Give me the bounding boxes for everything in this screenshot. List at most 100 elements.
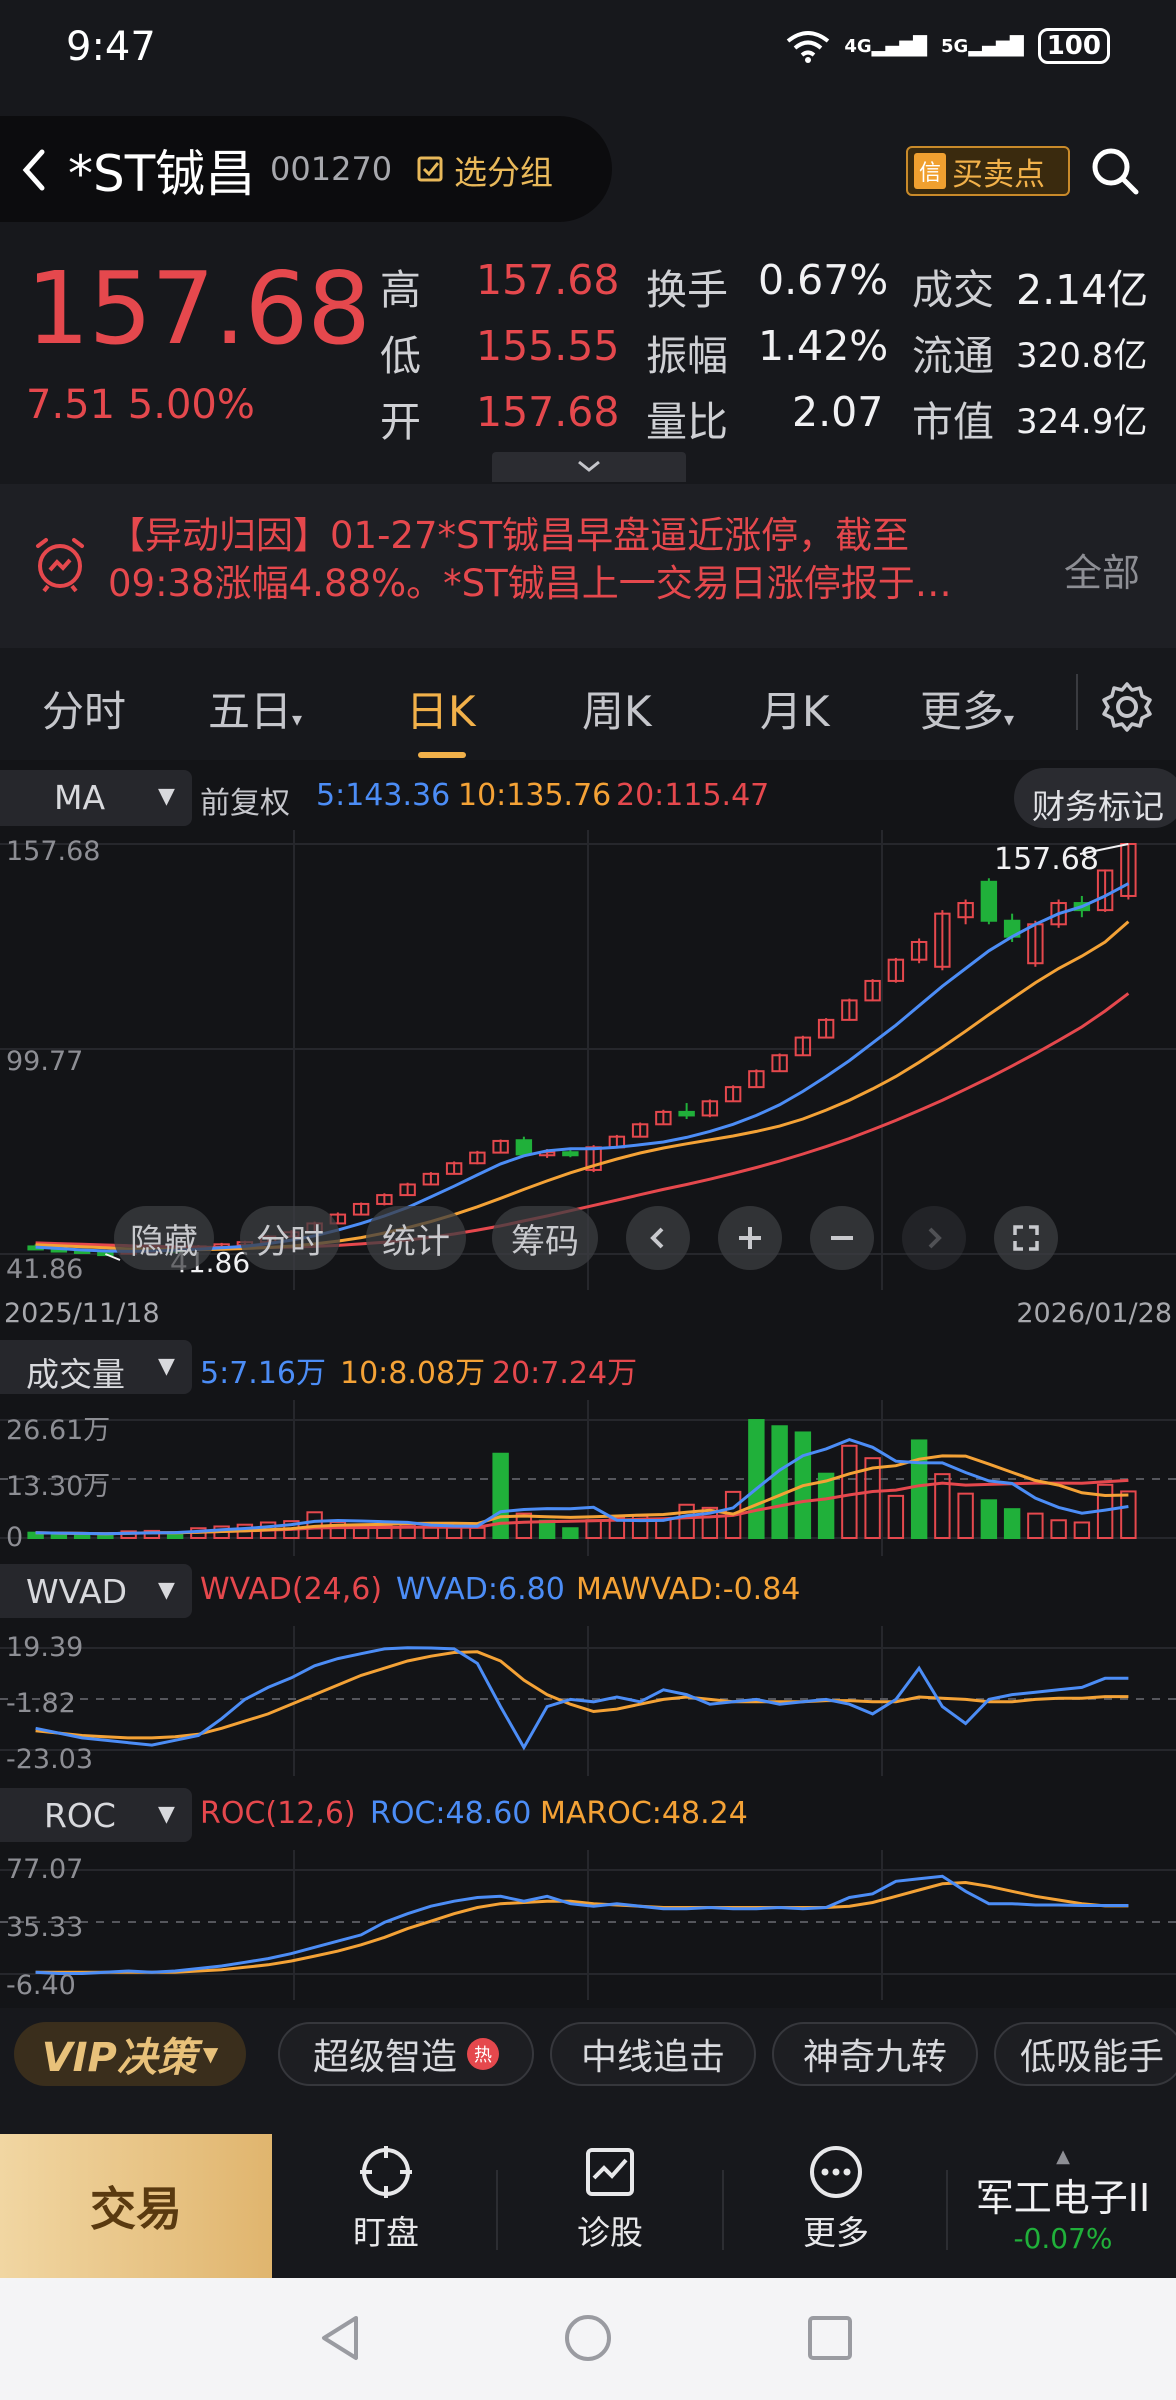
fullscreen-button[interactable]: [994, 1206, 1058, 1270]
volume-bar: [841, 1444, 858, 1539]
system-home-icon[interactable]: [562, 2312, 614, 2364]
tab-intraday[interactable]: 分时: [42, 678, 126, 739]
sector-ticker[interactable]: ▲ 军工电子II -0.07%: [950, 2146, 1176, 2255]
tab-five-day[interactable]: 五日▾: [208, 678, 302, 739]
chevron-right-icon: [928, 1227, 942, 1249]
date-start: 2025/11/18: [4, 1298, 160, 1329]
vol-y-low: 0: [6, 1522, 24, 1553]
buy-sell-signal-button[interactable]: 信 买卖点: [906, 146, 1070, 196]
more-dots-icon: [810, 2146, 862, 2198]
mawvad-value: MAWVAD:-0.84: [576, 1572, 801, 1607]
signal-4g-icon: 4G▂▄▆█: [844, 35, 928, 57]
zoom-in-button[interactable]: [718, 1206, 782, 1270]
wvad-indicator-label: WVAD: [26, 1572, 128, 1611]
xin-badge-icon: 信: [914, 153, 947, 189]
ma-indicator-selector[interactable]: MA ▼: [0, 770, 192, 826]
market-cap-value: 324.9亿: [1016, 402, 1148, 442]
vip-decision-button[interactable]: VIP决策 ▼: [14, 2022, 246, 2086]
caret-down-icon: ▾: [292, 707, 303, 731]
maroc-value: MAROC:48.24: [540, 1796, 748, 1831]
news-all-button[interactable]: 全部: [1064, 542, 1140, 597]
intraday-button[interactable]: 分时: [240, 1206, 340, 1270]
adjust-label[interactable]: 前复权: [200, 778, 290, 822]
float-cap-value: 320.8亿: [1016, 336, 1148, 376]
amount-value: 2.14亿: [1016, 266, 1149, 314]
chip-magic-nine[interactable]: 神奇九转: [772, 2022, 978, 2086]
candle-body: [562, 1151, 579, 1157]
tab-more[interactable]: 更多▾: [920, 678, 1014, 739]
chip-midline-chase[interactable]: 中线追击: [550, 2022, 756, 2086]
volume-ratio-label: 量比: [646, 398, 728, 446]
search-icon[interactable]: [1088, 144, 1142, 198]
expand-quote-button[interactable]: [492, 452, 686, 482]
y-axis-low: 41.86: [6, 1254, 84, 1285]
scroll-right-button[interactable]: [902, 1206, 966, 1270]
tab-monthly-k[interactable]: 月K: [760, 678, 830, 739]
hide-button[interactable]: 隐藏: [114, 1206, 214, 1270]
ma5-value: 5:143.36: [316, 778, 451, 813]
volume-chart[interactable]: [0, 1400, 1176, 1556]
hot-badge-icon: 热: [467, 2038, 499, 2070]
volume-ratio-value: 2.07: [792, 388, 884, 436]
candle-body: [678, 1110, 695, 1117]
nav-watch-label: 盯盘: [353, 2213, 419, 2252]
settings-gear-icon[interactable]: [1100, 680, 1154, 734]
volume-bar: [1027, 1512, 1044, 1539]
ma10-value: 10:135.76: [458, 778, 612, 813]
status-time: 9:47: [66, 24, 156, 70]
scroll-left-button[interactable]: [626, 1206, 690, 1270]
checkbox-edit-icon: [417, 156, 443, 182]
news-line-1: 【异动归因】01-27*ST铖昌早盘逼近涨停，截至: [108, 514, 910, 557]
fullscreen-icon: [1013, 1225, 1039, 1251]
roc-chart[interactable]: [0, 1850, 1176, 2000]
zoom-out-button[interactable]: [810, 1206, 874, 1270]
nav-diagnose[interactable]: 诊股: [530, 2144, 690, 2254]
float-cap-label: 流通: [912, 332, 994, 380]
volume-indicator-selector[interactable]: 成交量 ▼: [0, 1340, 192, 1394]
roc-indicator-selector[interactable]: ROC ▼: [0, 1788, 192, 1842]
active-tab-indicator: [418, 752, 466, 758]
select-group-button[interactable]: 选分组: [416, 146, 553, 194]
roc-y-high: 77.07: [6, 1854, 84, 1885]
wvad-y-mid: -1.82: [6, 1688, 76, 1719]
select-group-label: 选分组: [454, 153, 553, 192]
high-value: 157.68: [476, 256, 620, 304]
price-change: 7.51 5.00%: [26, 382, 255, 428]
wvad-indicator-selector[interactable]: WVAD ▼: [0, 1564, 192, 1618]
volume-bar: [1120, 1490, 1137, 1540]
wvad-chart[interactable]: [0, 1626, 1176, 1776]
wifi-icon: [787, 31, 830, 63]
signal-5g-icon: 5G▂▄▆█: [941, 35, 1024, 57]
stock-name: *ST铖昌: [68, 145, 256, 203]
nav-divider: [496, 2170, 498, 2250]
caret-down-icon: ▾: [1004, 707, 1015, 731]
statistics-button[interactable]: 统计: [366, 1206, 466, 1270]
stock-code: 001270: [270, 150, 393, 188]
chips-button[interactable]: 筹码: [492, 1206, 598, 1270]
back-arrow-icon[interactable]: [14, 140, 54, 200]
stock-diagnosis-icon: [586, 2148, 634, 2196]
nav-watch[interactable]: 盯盘: [306, 2144, 466, 2254]
plus-icon: [739, 1227, 761, 1249]
wvad-value: WVAD:6.80: [396, 1572, 565, 1607]
trade-button[interactable]: 交易: [0, 2134, 272, 2278]
vip-decision-label: VIP决策: [41, 2035, 197, 2081]
news-text[interactable]: 【异动归因】01-27*ST铖昌早盘逼近涨停，截至 09:38涨幅4.88%。*…: [108, 512, 1038, 608]
market-cap-label: 市值: [912, 398, 994, 446]
tab-weekly-k[interactable]: 周K: [582, 678, 652, 739]
news-line-2: 09:38涨幅4.88%。*ST铖昌上一交易日涨停报于…: [108, 562, 952, 605]
high-marker: 157.68: [994, 842, 1099, 877]
volume-bar: [538, 1519, 556, 1539]
volume-bar: [678, 1503, 695, 1540]
tab-daily-k[interactable]: 日K: [406, 678, 476, 739]
crosshair-icon: [360, 2146, 412, 2198]
chip-super-manufacturing[interactable]: 超级智造 热: [278, 2022, 534, 2086]
chevron-left-icon: [650, 1227, 664, 1249]
nav-more[interactable]: 更多: [756, 2144, 916, 2254]
financial-marks-button[interactable]: 财务标记: [1014, 768, 1176, 828]
minus-icon: [831, 1236, 853, 1240]
system-back-icon[interactable]: [316, 2312, 366, 2364]
chip-low-buy[interactable]: 低吸能手: [994, 2022, 1176, 2086]
roc-y-mid: 35.33: [6, 1912, 84, 1943]
system-recents-icon[interactable]: [806, 2314, 854, 2362]
